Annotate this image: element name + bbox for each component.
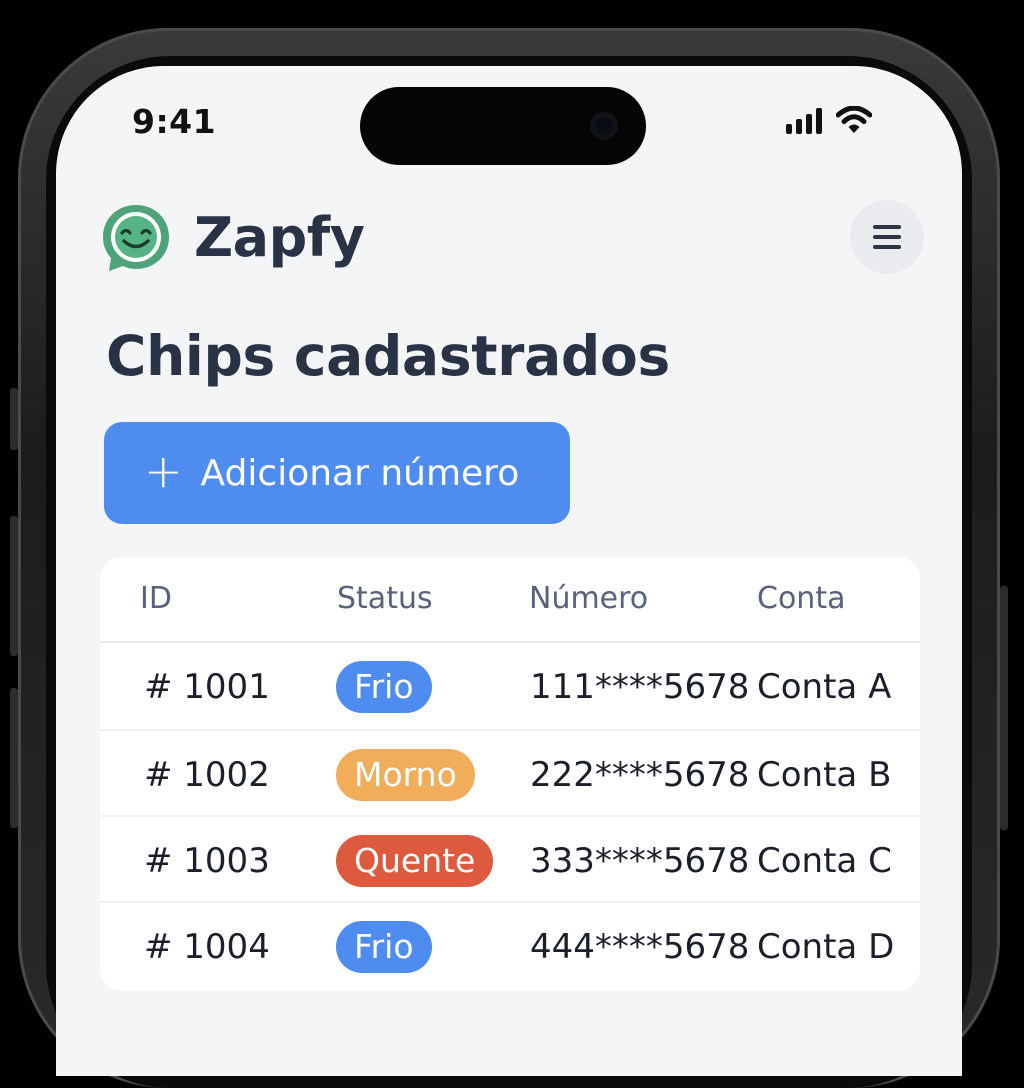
status-badge: Morno (336, 749, 475, 801)
chip-id: # 1001 (144, 667, 270, 707)
chip-id: # 1004 (144, 927, 270, 967)
side-button-power (1000, 586, 1008, 830)
chip-number: 333****5678 (530, 841, 750, 881)
column-header-status: Status (337, 581, 433, 616)
app-name: Zapfy (194, 206, 365, 269)
wifi-icon (836, 106, 872, 133)
chip-account: Conta D (757, 927, 895, 967)
chips-table: ID Status Número Conta # 1001 Frio 111**… (100, 557, 920, 991)
phone-screen: 9:41 Zapfy Chips cadastrados + Adicionar… (56, 66, 962, 1076)
add-number-button[interactable]: + Adicionar número (104, 422, 570, 524)
status-badge: Frio (336, 921, 432, 973)
cellular-signal-icon (786, 108, 822, 134)
table-row[interactable]: # 1004 Frio 444****5678 Conta D (100, 901, 920, 989)
chip-number: 444****5678 (530, 927, 750, 967)
page-title: Chips cadastrados (106, 324, 670, 388)
status-icons (786, 106, 872, 134)
column-header-id: ID (140, 581, 172, 616)
chip-id: # 1002 (144, 755, 270, 795)
column-header-number: Número (529, 581, 649, 616)
table-row[interactable]: # 1002 Morno 222****5678 Conta B (100, 729, 920, 817)
side-button-action (10, 388, 18, 450)
table-row[interactable]: # 1003 Quente 333****5678 Conta C (100, 815, 920, 903)
chip-id: # 1003 (144, 841, 270, 881)
app-header: Zapfy (100, 200, 924, 278)
table-row[interactable]: # 1001 Frio 111****5678 Conta A (100, 643, 920, 729)
smiling-chat-bubble-icon[interactable] (100, 202, 172, 274)
chip-account: Conta C (757, 841, 892, 881)
side-button-volume-up (10, 516, 18, 656)
status-badge: Quente (336, 835, 494, 887)
chip-number: 222****5678 (530, 755, 750, 795)
side-button-volume-down (10, 688, 18, 828)
table-header: ID Status Número Conta (100, 557, 920, 643)
chip-account: Conta A (757, 667, 892, 707)
column-header-account: Conta (757, 581, 846, 616)
status-badge: Frio (336, 661, 432, 713)
front-camera (590, 112, 618, 140)
dynamic-island (360, 87, 646, 165)
plus-icon: + (144, 444, 183, 498)
chip-number: 111****5678 (530, 667, 750, 707)
status-time: 9:41 (132, 102, 217, 141)
add-number-label: Adicionar número (200, 452, 520, 494)
hamburger-menu-icon[interactable] (850, 200, 924, 274)
chip-account: Conta B (757, 755, 892, 795)
